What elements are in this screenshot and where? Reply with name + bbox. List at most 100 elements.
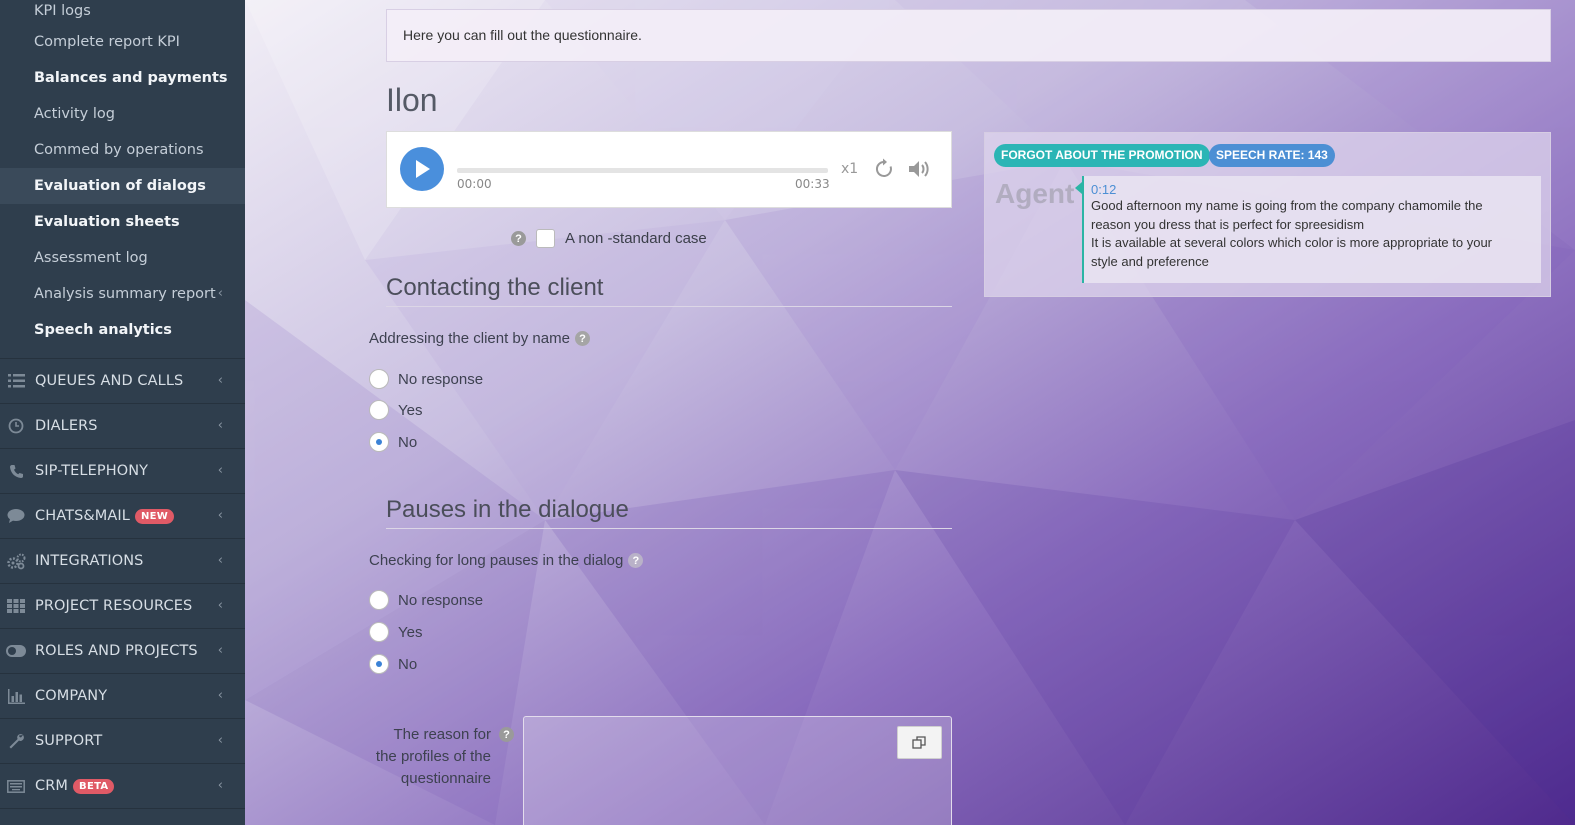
radio-button-selected[interactable] <box>369 654 389 674</box>
nav-label: ROLES AND PROJECTS <box>35 643 198 659</box>
nav-divider <box>0 808 245 818</box>
radio-option-yes[interactable]: Yes <box>369 400 422 420</box>
chevron-left-icon: ‹ <box>217 598 223 613</box>
radio-button[interactable] <box>369 369 389 389</box>
nav-company[interactable]: COMPANY ‹ <box>0 673 245 718</box>
playback-speed-button[interactable]: x1 <box>841 161 858 177</box>
nav-label: INTEGRATIONS <box>35 553 144 569</box>
duration: 00:33 <box>795 177 830 191</box>
sidebar-item-label: Assessment log <box>34 250 148 266</box>
sidebar-item-activity-log[interactable]: Activity log <box>0 96 245 132</box>
nav-label: DIALERS <box>35 418 98 434</box>
nav-label: QUEUES AND CALLS <box>35 373 184 389</box>
phone-icon <box>6 461 26 481</box>
non-standard-case-row: ? A non -standard case <box>511 229 707 248</box>
help-icon[interactable]: ? <box>511 231 526 246</box>
radio-option-no[interactable]: No <box>369 432 417 452</box>
speaker-label: Agent <box>995 178 1075 209</box>
help-icon[interactable]: ? <box>499 727 514 742</box>
transcript-message: 0:12 Good afternoon my name is going fro… <box>1075 176 1541 283</box>
radio-button[interactable] <box>369 590 389 610</box>
message-line: style and preference <box>1091 253 1209 269</box>
chevron-left-icon: ‹ <box>217 373 223 388</box>
play-icon <box>416 160 430 178</box>
nav-label: COMPANY <box>35 688 108 704</box>
radio-label: No <box>398 655 418 673</box>
chevron-left-icon: ‹ <box>217 463 223 478</box>
chevron-left-icon: ‹ <box>217 286 223 301</box>
nav-label: PROJECT RESOURCES <box>35 598 193 614</box>
sidebar-item-assessment-log[interactable]: Assessment log <box>0 240 245 276</box>
chevron-left-icon: ‹ <box>217 508 223 523</box>
question-label: Addressing the client by name <box>369 330 570 347</box>
nav-support[interactable]: SUPPORT ‹ <box>0 718 245 763</box>
background-pattern <box>245 0 1575 825</box>
list-icon <box>6 371 26 391</box>
nav-dialers[interactable]: DIALERS ‹ <box>0 403 245 448</box>
beta-badge: BETA <box>73 778 115 794</box>
gears-icon <box>6 551 26 571</box>
radio-option-no-response[interactable]: No response <box>369 369 483 389</box>
sidebar-item-speech-analytics[interactable]: Speech analytics <box>0 312 245 348</box>
nav-integrations[interactable]: INTEGRATIONS ‹ <box>0 538 245 583</box>
sidebar-item-balances-and-payments[interactable]: Balances and payments <box>0 60 245 96</box>
radio-option-no[interactable]: No <box>369 654 417 674</box>
radio-button[interactable] <box>369 400 389 420</box>
sidebar-item-commed-by-operations[interactable]: Commed by operations <box>0 132 245 168</box>
play-button[interactable] <box>400 147 444 191</box>
sidebar-item-label: Evaluation sheets <box>34 214 180 230</box>
radio-option-no-response[interactable]: No response <box>369 590 483 610</box>
nav-queues-and-calls[interactable]: QUEUES AND CALLS ‹ <box>0 358 245 403</box>
nav-chats-mail[interactable]: CHATS&MAIL NEW ‹ <box>0 493 245 538</box>
help-icon[interactable]: ? <box>574 331 590 346</box>
sidebar: KPI logs Complete report KPI Balances an… <box>0 0 245 825</box>
nav-label: SIP-TELEPHONY <box>35 463 149 479</box>
reload-icon[interactable] <box>873 158 895 184</box>
audio-progress-track[interactable] <box>457 168 828 173</box>
sidebar-item-analysis-summary-report[interactable]: Analysis summary report ‹ <box>0 276 245 312</box>
sidebar-item-kpi-logs[interactable]: KPI logs <box>0 0 245 24</box>
nav-crm[interactable]: CRM BETA ‹ <box>0 763 245 808</box>
sidebar-item-evaluation-sheets[interactable]: Evaluation sheets <box>0 204 245 240</box>
sidebar-item-label: Commed by operations <box>34 142 204 158</box>
chevron-left-icon: ‹ <box>217 733 223 748</box>
sidebar-item-label: Complete report KPI <box>34 34 180 50</box>
nav-label: CHATS&MAIL <box>35 508 130 524</box>
radio-label: No response <box>398 591 484 609</box>
transcript-panel: FORGOT ABOUT THE PROMOTION SPEECH RATE: … <box>984 132 1551 297</box>
grid-icon <box>6 596 26 616</box>
current-time: 00:00 <box>457 177 492 191</box>
wrench-icon <box>6 731 26 751</box>
radio-button-selected[interactable] <box>369 432 389 452</box>
agent-name-title: Ilon <box>386 82 438 118</box>
radio-button[interactable] <box>369 622 389 642</box>
help-icon[interactable]: ? <box>628 553 644 568</box>
sidebar-item-label: Balances and payments <box>34 70 228 86</box>
questionnaire-notice: Here you can fill out the questionnaire. <box>386 9 1551 62</box>
tag-forgot-promotion[interactable]: FORGOT ABOUT THE PROMOTION <box>994 144 1210 167</box>
nav-project-resources[interactable]: PROJECT RESOURCES ‹ <box>0 583 245 628</box>
nav-roles-and-projects[interactable]: ROLES AND PROJECTS ‹ <box>0 628 245 673</box>
message-timestamp[interactable]: 0:12 <box>1091 182 1534 197</box>
nav-label: CRM <box>35 778 69 794</box>
copy-button[interactable] <box>897 726 942 759</box>
bar-chart-icon <box>6 686 26 706</box>
radio-label: No <box>398 433 418 451</box>
non-standard-case-label: A non -standard case <box>565 230 707 247</box>
sidebar-item-complete-report-kpi[interactable]: Complete report KPI <box>0 24 245 60</box>
reason-label: The reason for the profiles of the quest… <box>375 726 491 787</box>
radio-label: Yes <box>398 401 423 419</box>
sidebar-item-evaluation-of-dialogs[interactable]: Evaluation of dialogs <box>0 168 245 204</box>
reason-textarea[interactable] <box>523 716 952 825</box>
radio-option-yes[interactable]: Yes <box>369 622 422 642</box>
keyboard-icon <box>6 776 26 796</box>
nav-sip-telephony[interactable]: SIP-TELEPHONY ‹ <box>0 448 245 493</box>
question-label: Checking for long pauses in the dialog <box>369 552 624 569</box>
chat-icon <box>6 506 26 526</box>
message-line: It is available at several colors which … <box>1091 235 1493 250</box>
volume-icon[interactable] <box>907 158 931 184</box>
chevron-left-icon: ‹ <box>217 688 223 703</box>
non-standard-case-checkbox[interactable] <box>536 229 555 248</box>
tag-speech-rate[interactable]: SPEECH RATE: 143 <box>1209 144 1335 167</box>
message-line: reason you dress that is perfect for spr… <box>1091 216 1365 232</box>
